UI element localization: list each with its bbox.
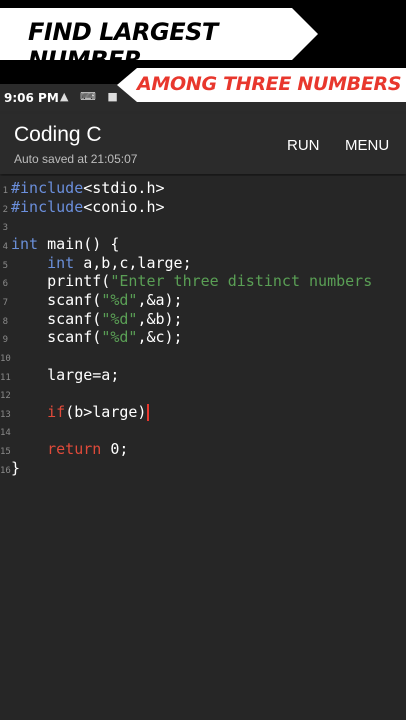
- notification-icon: ▲: [60, 90, 73, 103]
- title-banner-text: FIND LARGEST NUMBER: [28, 18, 218, 74]
- code-line[interactable]: 7 scanf("%d",&a);: [0, 291, 406, 310]
- code-token: scanf(: [11, 328, 102, 347]
- code-line[interactable]: 10: [0, 347, 406, 366]
- code-token: return: [47, 440, 102, 459]
- keyboard-icon: ⌨: [79, 90, 100, 103]
- code-token: ,&c);: [137, 328, 183, 347]
- status-icons: ▲ ⌨ ■: [60, 90, 122, 103]
- subtitle-banner: AMONG THREE NUMBERS: [117, 68, 406, 102]
- autosave-status: Auto saved at 21:05:07: [14, 152, 138, 166]
- code-line[interactable]: 15 return 0;: [0, 440, 406, 459]
- code-line[interactable]: 4 int main() {: [0, 235, 406, 254]
- code-token: "%d": [101, 290, 138, 309]
- code-line[interactable]: 9 scanf("%d",&c);: [0, 328, 406, 347]
- code-line[interactable]: 8 scanf("%d",&b);: [0, 310, 406, 329]
- code-token: printf(: [11, 272, 111, 291]
- code-token: <stdio.h>: [83, 179, 165, 197]
- code-line[interactable]: 2 #include<conio.h>: [0, 198, 406, 217]
- code-token: ,&a);: [137, 290, 183, 309]
- phone-screen: 9:06 PM ▲ ⌨ ■ Coding C Auto saved at 21:…: [0, 84, 406, 720]
- code-token: "%d": [101, 309, 138, 328]
- code-line[interactable]: 13 if(b>large): [0, 403, 406, 422]
- code-token: <conio.h>: [83, 197, 165, 216]
- line-number: 16: [0, 465, 11, 476]
- code-token: int: [11, 234, 39, 253]
- title-banner: FIND LARGEST NUMBER: [0, 8, 318, 60]
- code-token: #include: [11, 179, 84, 197]
- menu-button[interactable]: MENU: [345, 137, 389, 154]
- code-token: (b>large): [65, 402, 147, 421]
- code-token: }: [11, 458, 21, 477]
- code-token: a,b,c,large;: [74, 253, 192, 272]
- code-token: scanf(: [11, 309, 102, 328]
- code-line[interactable]: 6 printf("Enter three distinct numbers: [0, 272, 406, 291]
- subtitle-banner-text: AMONG THREE NUMBERS: [137, 73, 402, 95]
- video-icon: ■: [107, 90, 122, 103]
- code-line[interactable]: 12: [0, 384, 406, 403]
- code-line[interactable]: 5 int a,b,c,large;: [0, 254, 406, 273]
- code-line[interactable]: 3: [0, 216, 406, 235]
- code-line[interactable]: 11 large=a;: [0, 366, 406, 385]
- text-cursor: [147, 403, 150, 421]
- code-token: main() {: [38, 234, 120, 253]
- code-line[interactable]: 1 #include<stdio.h>: [0, 179, 406, 198]
- code-line[interactable]: 14: [0, 421, 406, 440]
- app-bar: Coding C Auto saved at 21:05:07 RUN MENU: [0, 114, 406, 174]
- code-token: 0;: [101, 440, 129, 459]
- code-token: "Enter three distinct numbers: [110, 272, 373, 291]
- code-line[interactable]: 16}: [0, 459, 406, 478]
- code-token: int: [47, 253, 75, 272]
- code-token: ,&b);: [137, 309, 183, 328]
- code-token: large=a;: [11, 365, 120, 384]
- code-editor[interactable]: 1 #include<stdio.h> 2 #include<conio.h> 3 4 in…: [0, 176, 406, 720]
- app-title: Coding C: [14, 123, 102, 146]
- code-token: "%d": [101, 328, 138, 347]
- code-token: if: [47, 402, 66, 421]
- run-button[interactable]: RUN: [287, 137, 320, 154]
- status-time: 9:06 PM: [4, 91, 59, 105]
- code-token: #include: [11, 197, 84, 216]
- code-token: scanf(: [11, 290, 102, 309]
